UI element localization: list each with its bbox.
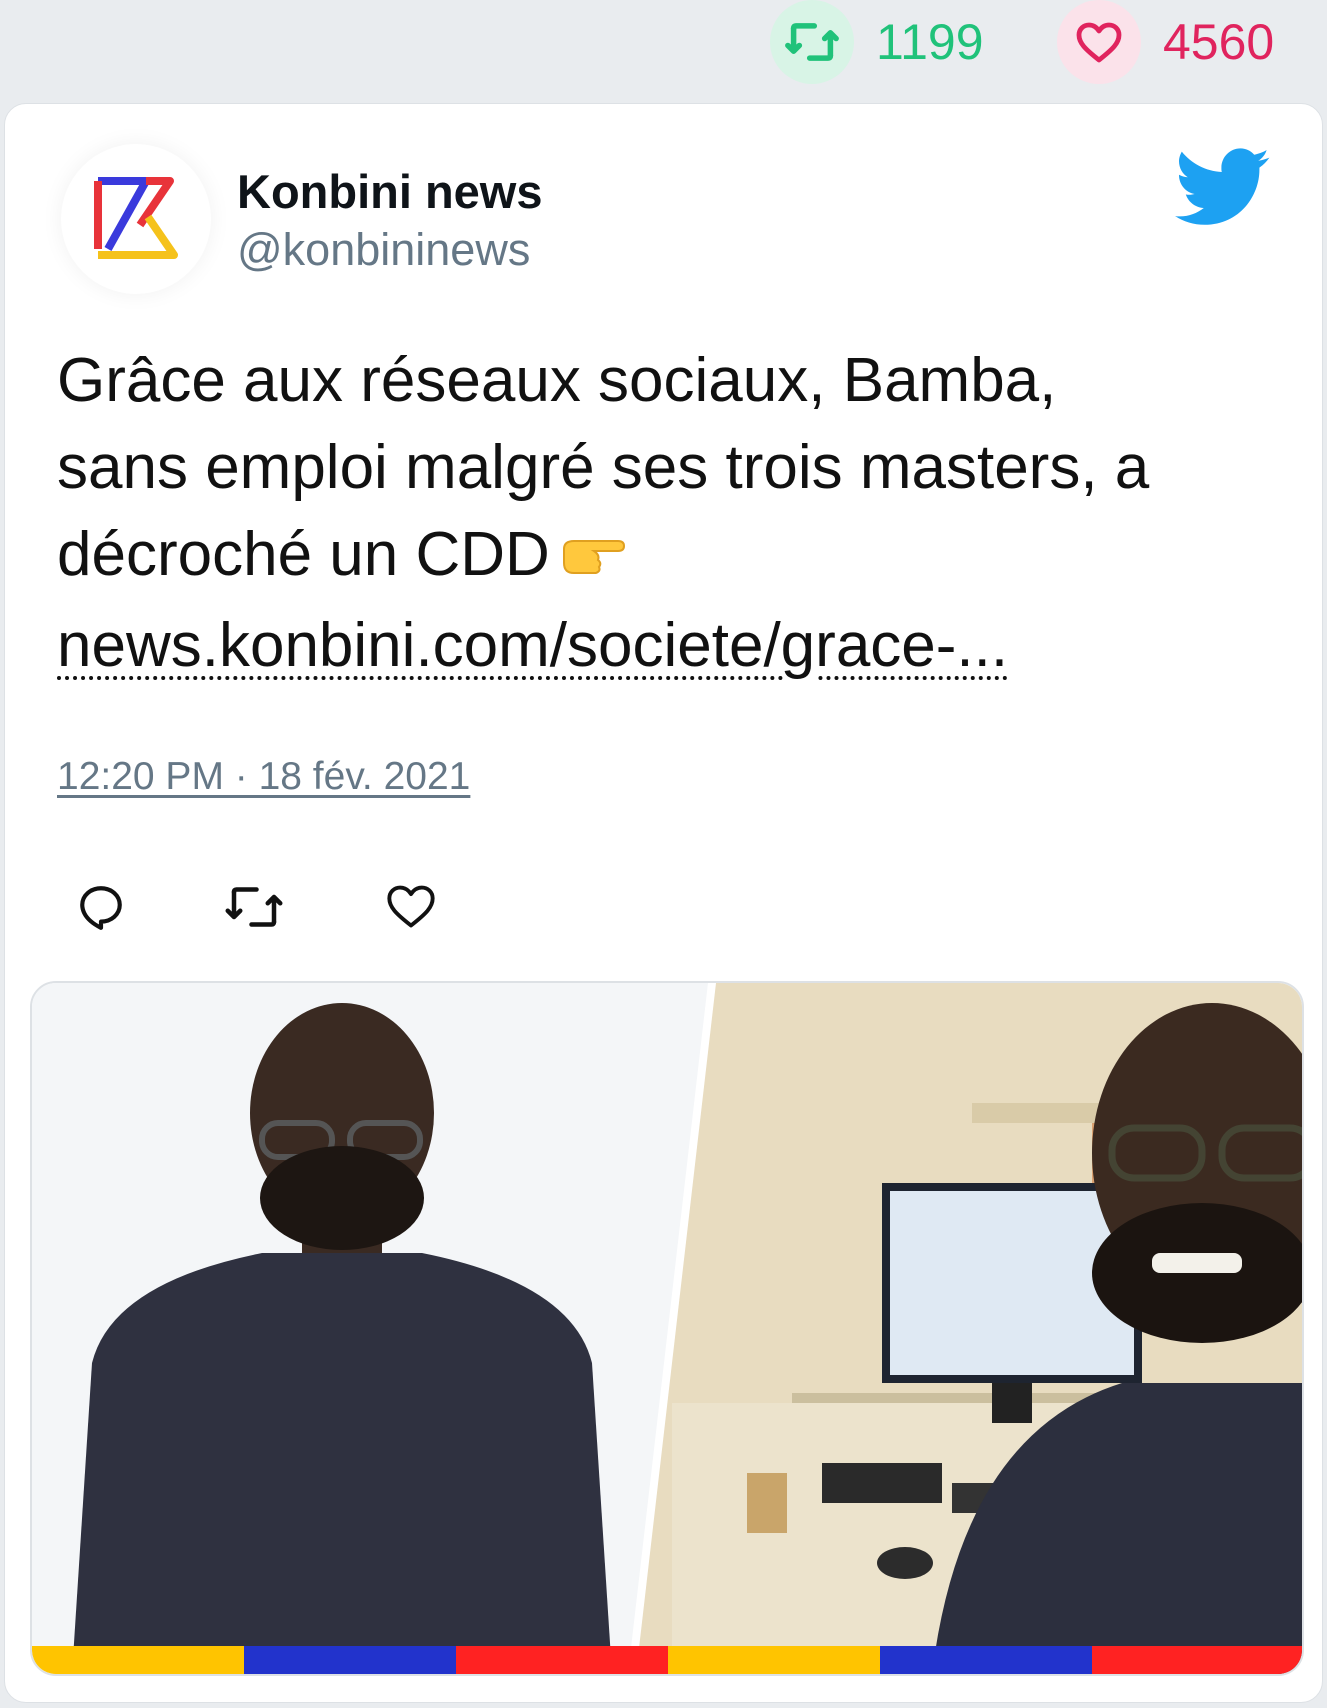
twitter-bird-icon[interactable] [1175, 148, 1271, 233]
reply-icon[interactable] [75, 882, 127, 937]
brand-stripe [32, 1646, 1302, 1674]
article-photo [32, 983, 1302, 1674]
retweet-count: 1199 [876, 14, 984, 70]
tweet-text-line: sans emploi malgré ses trois masters, a [57, 433, 1150, 502]
tweet-text-segment: décroché un CDD [57, 520, 550, 589]
tweet-text-line: Grâce aux réseaux sociaux, Bamba, [57, 346, 1057, 415]
retweet-count-stat[interactable]: 1199 [770, 0, 984, 84]
tweet-card: Konbini news @konbininews Grâce aux rése… [4, 103, 1323, 1703]
tweet-text: Grâce aux réseaux sociaux, Bamba, sans e… [57, 337, 1287, 689]
tweet-text-line: décroché un CDD [57, 511, 1287, 602]
author-name[interactable]: Konbini news [237, 164, 543, 219]
tweet-timestamp[interactable]: 12:20 PM · 18 fév. 2021 [57, 755, 470, 799]
top-stats-bar: 1199 4560 [0, 0, 1327, 100]
like-count-stat[interactable]: 4560 [1057, 0, 1274, 84]
heart-icon[interactable] [1057, 0, 1141, 84]
tweet-media-image[interactable] [30, 981, 1304, 1676]
like-count: 4560 [1163, 14, 1275, 70]
retweet-icon[interactable] [770, 0, 854, 84]
retweet-action-icon[interactable] [223, 882, 285, 937]
article-link[interactable]: news.konbini.com/societe/grace-... [57, 611, 1008, 680]
author-handle[interactable]: @konbininews [237, 224, 530, 276]
avatar[interactable] [61, 144, 211, 294]
like-action-icon[interactable] [385, 882, 437, 935]
konbini-logo-icon [94, 177, 178, 259]
pointing-right-emoji-icon [558, 515, 628, 602]
